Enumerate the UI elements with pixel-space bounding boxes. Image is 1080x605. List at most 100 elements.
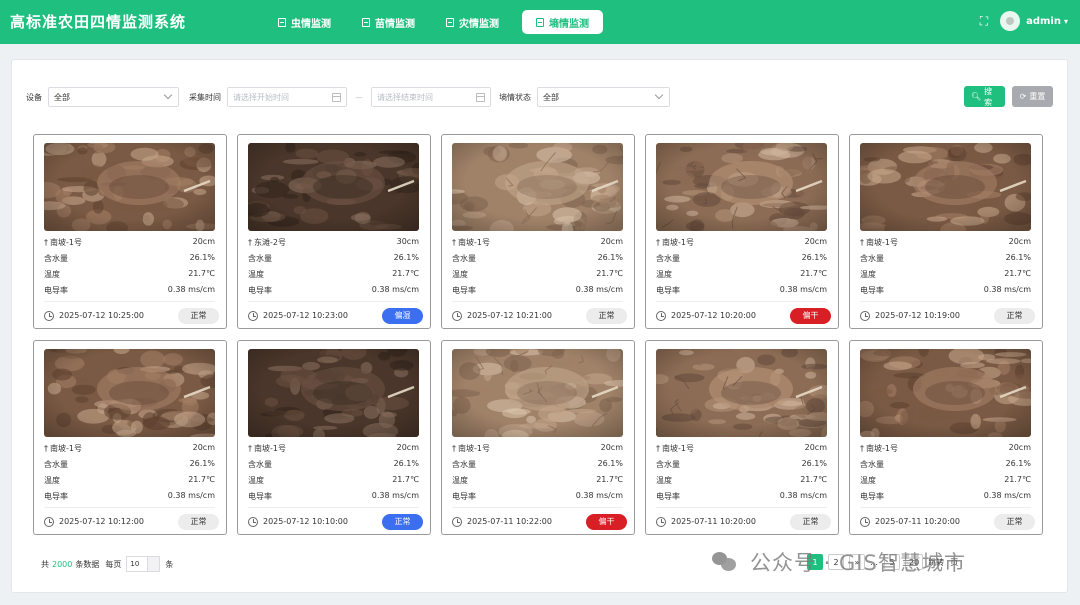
soil-card[interactable]: † 南坡-1号 20cm 含水量 26.1% 温度 21.7℃ 电导率 0.38 ms/cm 20… [849, 134, 1043, 329]
soil-card[interactable]: † 南坡-1号 20cm 含水量 26.1% 温度 21.7℃ 电导率 0.38 ms/cm 20… [441, 340, 635, 535]
calendar-icon [476, 93, 485, 102]
card-location-row: † 南坡-1号 20cm [44, 237, 215, 248]
card-location: † 南坡-1号 [656, 237, 694, 248]
card-divider [248, 507, 419, 508]
location-pin-icon: † [44, 444, 48, 453]
total-count: 2000 [52, 559, 73, 569]
card-temperature-row: 温度 21.7℃ [656, 475, 827, 486]
status-badge: 正常 [994, 307, 1035, 324]
location-text: 南坡-1号 [458, 238, 490, 247]
soil-card[interactable]: † 东滩-2号 30cm 含水量 26.1% 温度 21.7℃ 电导率 0.38 ms/cm 20… [237, 134, 431, 329]
timestamp-text: 2025-07-11 10:20:00 [875, 517, 960, 526]
soil-card[interactable]: † 南坡-1号 20cm 含水量 26.1% 温度 21.7℃ 电导率 0.38 ms/cm 20… [645, 134, 839, 329]
device-select-value: 全部 [54, 92, 70, 102]
nav-tab-label: 苗情监测 [375, 18, 415, 30]
card-location-row: † 南坡-1号 20cm [452, 237, 623, 248]
soil-photo [44, 143, 215, 231]
moisture-value: 26.1% [801, 459, 827, 468]
card-divider [656, 301, 827, 302]
card-depth: 20cm [804, 443, 827, 452]
temperature-value: 21.7℃ [188, 475, 215, 484]
soil-card[interactable]: † 南坡-1号 20cm 含水量 26.1% 温度 21.7℃ 电导率 0.38 ms/cm 20… [441, 134, 635, 329]
location-pin-icon: † [656, 238, 660, 247]
moisture-label: 含水量 [44, 460, 68, 469]
temperature-label: 温度 [44, 270, 60, 279]
moisture-value: 26.1% [597, 459, 623, 468]
status-select[interactable]: 全部 [537, 87, 670, 107]
clock-icon [44, 516, 54, 527]
status-badge: 偏湿 [382, 307, 423, 324]
conductivity-value: 0.38 ms/cm [983, 491, 1031, 500]
card-moisture-row: 含水量 26.1% [44, 253, 215, 264]
card-timestamp: 2025-07-11 10:22:00 [452, 516, 552, 527]
card-moisture-row: 含水量 26.1% [248, 253, 419, 264]
card-location: † 南坡-1号 [248, 443, 286, 454]
avatar[interactable] [1000, 11, 1021, 31]
watermark-text: 公众号 · GIS智慧城市 [750, 551, 966, 575]
reset-button[interactable]: ⟳ 重置 [1012, 86, 1053, 107]
card-moisture-row: 含水量 26.1% [860, 253, 1031, 264]
temperature-value: 21.7℃ [596, 475, 623, 484]
document-icon [362, 17, 370, 27]
document-icon [446, 17, 454, 27]
soil-photo [248, 349, 419, 437]
conductivity-label: 电导率 [452, 286, 476, 295]
card-conductivity-row: 电导率 0.38 ms/cm [860, 491, 1031, 502]
timestamp-text: 2025-07-12 10:21:00 [467, 311, 552, 320]
temperature-label: 温度 [860, 476, 876, 485]
search-button[interactable]: 🔍︎ 搜索 [964, 86, 1005, 107]
card-location: † 南坡-1号 [452, 237, 490, 248]
wechat-icon [712, 552, 736, 572]
timestamp-text: 2025-07-12 10:10:00 [263, 517, 348, 526]
card-moisture-row: 含水量 26.1% [452, 459, 623, 470]
end-time-input[interactable]: 请选择结束时间 [371, 87, 491, 107]
card-conductivity-row: 电导率 0.38 ms/cm [452, 491, 623, 502]
card-depth: 20cm [600, 237, 623, 246]
soil-card[interactable]: † 南坡-1号 20cm 含水量 26.1% 温度 21.7℃ 电导率 0.38 ms/cm 20… [33, 134, 227, 329]
card-timestamp: 2025-07-12 10:12:00 [44, 516, 144, 527]
fullscreen-icon[interactable]: ⛶ [980, 14, 988, 29]
card-footer: 2025-07-11 10:20:00 正常 [860, 513, 1035, 530]
status-badge: 偏干 [586, 513, 627, 530]
moisture-label: 含水量 [248, 254, 272, 263]
soil-card[interactable]: † 南坡-1号 20cm 含水量 26.1% 温度 21.7℃ 电导率 0.38 ms/cm 20… [849, 340, 1043, 535]
stepper-icon[interactable] [147, 557, 160, 571]
per-page-unit: 条 [165, 559, 174, 569]
soil-photo [656, 143, 827, 231]
status-select-value: 全部 [543, 92, 559, 102]
card-conductivity-row: 电导率 0.38 ms/cm [44, 285, 215, 296]
card-conductivity-row: 电导率 0.38 ms/cm [860, 285, 1031, 296]
timestamp-text: 2025-07-11 10:20:00 [671, 517, 756, 526]
moisture-label: 含水量 [656, 460, 680, 469]
card-divider [44, 507, 215, 508]
soil-photo [248, 143, 419, 231]
nav-tab-2[interactable]: 苗情监测 [354, 10, 423, 34]
card-conductivity-row: 电导率 0.38 ms/cm [452, 285, 623, 296]
nav-tab-label: 灾情监测 [459, 18, 499, 30]
clock-icon [656, 310, 666, 321]
temperature-label: 温度 [452, 476, 468, 485]
pagination-summary: 共 2000 条数据 每页 10 条 [41, 556, 173, 572]
card-location: † 南坡-1号 [44, 237, 82, 248]
start-time-input[interactable]: 请选择开始时间 [227, 87, 347, 107]
user-name[interactable]: admin [1026, 16, 1061, 27]
timestamp-text: 2025-07-11 10:22:00 [467, 517, 552, 526]
conductivity-label: 电导率 [248, 492, 272, 501]
temperature-label: 温度 [860, 270, 876, 279]
conductivity-value: 0.38 ms/cm [167, 285, 215, 294]
calendar-icon [332, 93, 341, 102]
card-temperature-row: 温度 21.7℃ [44, 475, 215, 486]
soil-card[interactable]: † 南坡-1号 20cm 含水量 26.1% 温度 21.7℃ 电导率 0.38 ms/cm 20… [237, 340, 431, 535]
nav-tab-4[interactable]: 墒情监测 [522, 10, 603, 34]
nav-tab-3[interactable]: 灾情监测 [438, 10, 507, 34]
chevron-down-icon[interactable]: ▾ [1064, 17, 1068, 26]
soil-card[interactable]: † 南坡-1号 20cm 含水量 26.1% 温度 21.7℃ 电导率 0.38 ms/cm 20… [33, 340, 227, 535]
nav-tab-1[interactable]: 虫情监测 [270, 10, 339, 34]
page-size-input[interactable]: 10 [126, 556, 161, 572]
card-footer: 2025-07-12 10:23:00 偏湿 [248, 307, 423, 324]
soil-photo [656, 349, 827, 437]
card-footer: 2025-07-11 10:20:00 正常 [656, 513, 831, 530]
total-prefix: 共 [41, 559, 49, 569]
soil-card[interactable]: † 南坡-1号 20cm 含水量 26.1% 温度 21.7℃ 电导率 0.38 ms/cm 20… [645, 340, 839, 535]
device-select[interactable]: 全部 [48, 87, 179, 107]
